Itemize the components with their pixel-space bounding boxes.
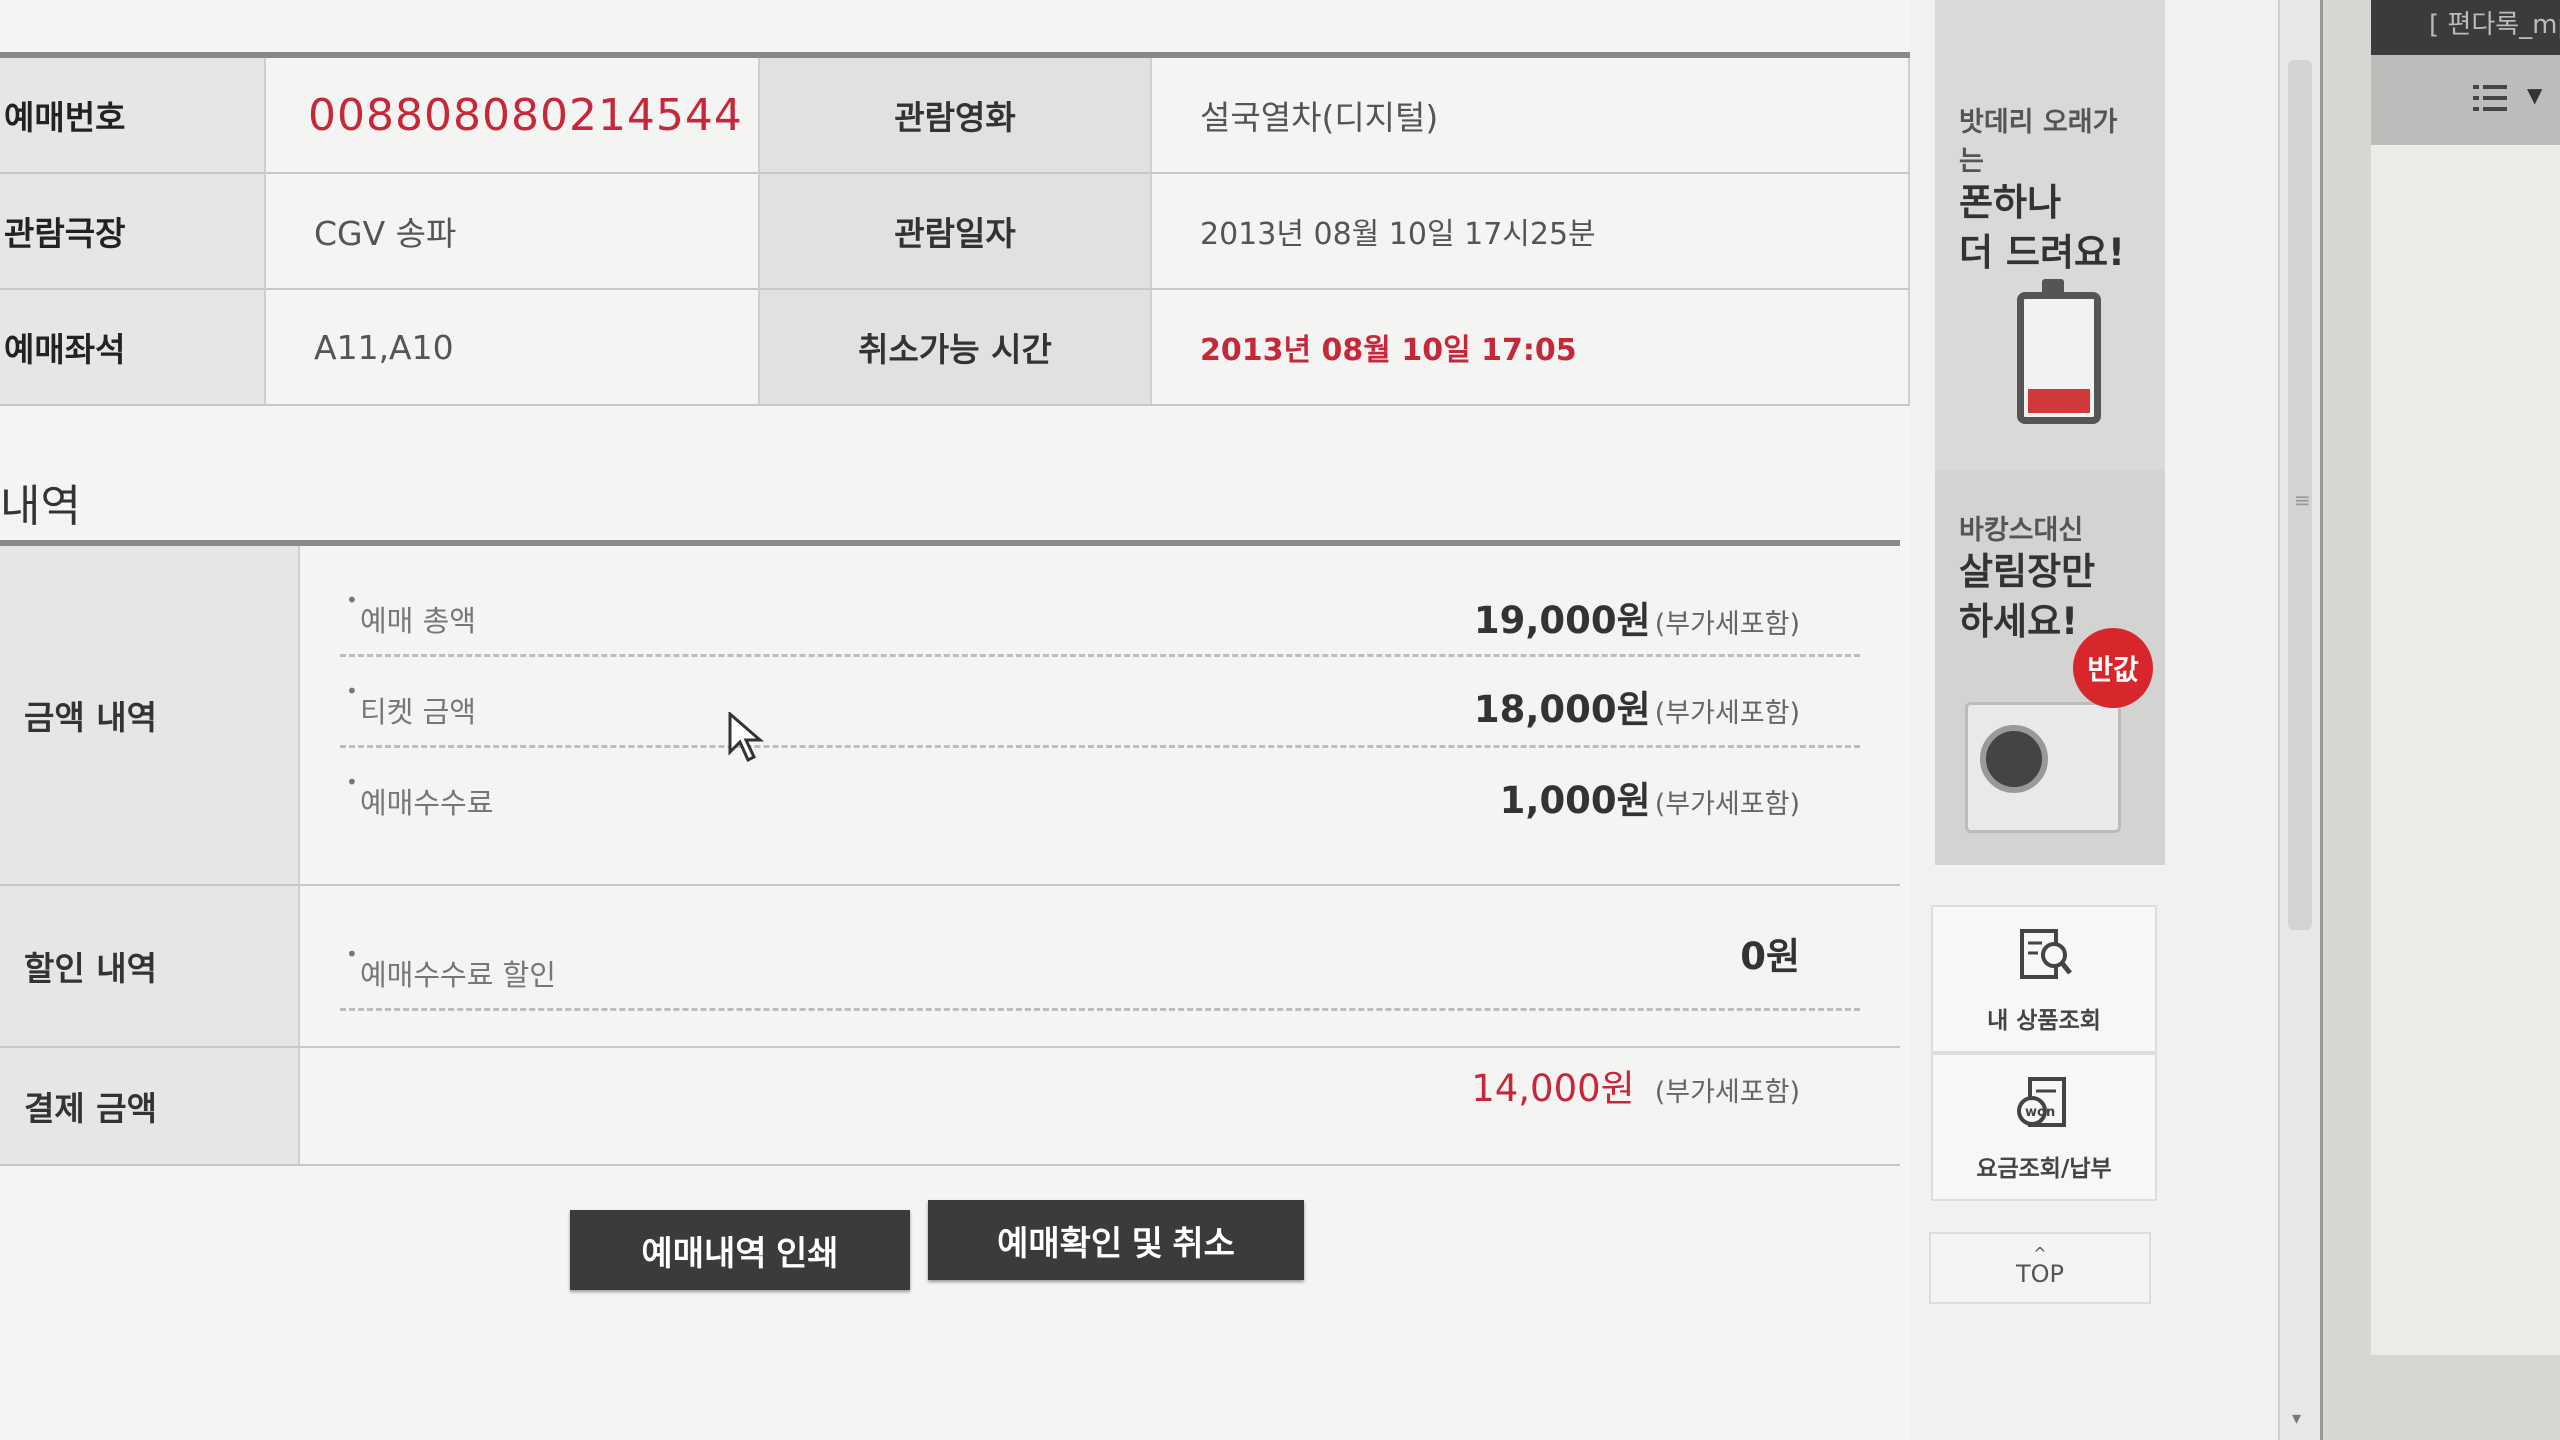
theater-value: CGV 송파 <box>265 173 760 290</box>
item-amount: 0원 <box>1740 935 1800 978</box>
window-panel <box>2371 145 2560 1355</box>
cancel-deadline-label: 취소가능 시간 <box>759 289 1152 406</box>
booking-detail-page: 예매번호 008808080214544 관람영화 설국열차(디지털) 관람극장… <box>0 0 1910 1440</box>
list-item: 예매수수료 1,000원(부가세포함) <box>340 748 1860 836</box>
document-search-icon <box>2020 929 2072 979</box>
table-row: 관람극장 CGV 송파 관람일자 2013년 08월 10일 17시25분 <box>0 173 1910 290</box>
window-titlebar: [ 편다록_mp3 <box>2371 0 2560 55</box>
right-sidebar: 밧데리 오래가는 폰하나 더 드려요! 바캉스대신 살림장만 하세요! 반값 내… <box>1929 0 2165 1440</box>
list-item: 티켓 금액 18,000원(부가세포함) <box>340 657 1860 748</box>
appliance-ad-banner[interactable]: 바캉스대신 살림장만 하세요! 반값 <box>1935 470 2165 865</box>
battery-ad-banner[interactable]: 밧데리 오래가는 폰하나 더 드려요! <box>1935 0 2165 470</box>
list-item: 예매 총액 19,000원(부가세포함) <box>340 546 1860 657</box>
showtime-label: 관람일자 <box>759 173 1152 290</box>
seats-value: A11,A10 <box>265 289 760 406</box>
amount-items: 예매 총액 19,000원(부가세포함) 티켓 금액 18,000원(부가세포함… <box>300 546 1900 884</box>
bill-payment-button[interactable]: won 요금조회/납부 <box>1931 1053 2157 1201</box>
discount-row: 할인 내역 예매수수료 할인 0원 <box>0 886 1900 1048</box>
table-row: 예매번호 008808080214544 관람영화 설국열차(디지털) <box>0 58 1910 174</box>
showtime-value: 2013년 08월 10일 17시25분 <box>1151 173 1910 290</box>
scroll-top-button[interactable]: ^ TOP <box>1929 1232 2151 1304</box>
discount-label: 할인 내역 <box>0 886 300 1046</box>
print-booking-button[interactable]: 예매내역 인쇄 <box>570 1210 910 1290</box>
confirm-cancel-button[interactable]: 예매확인 및 취소 <box>928 1200 1304 1280</box>
page-scrollbar[interactable]: ≡ ▾ <box>2278 0 2320 1440</box>
payment-table: 금액 내역 예매 총액 19,000원(부가세포함) 티켓 금액 18,000원… <box>0 546 1900 1166</box>
booking-info-table: 예매번호 008808080214544 관람영화 설국열차(디지털) 관람극장… <box>0 58 1910 406</box>
item-name: 예매수수료 할인 <box>346 942 556 994</box>
item-name: 예매수수료 <box>346 770 493 822</box>
grip-icon: ≡ <box>2294 488 2311 512</box>
adjacent-window: [ 편다록_mp3 ▼ <box>2320 0 2560 1440</box>
movie-value: 설국열차(디지털) <box>1151 58 1910 174</box>
table-row: 예매좌석 A11,A10 취소가능 시간 2013년 08월 10일 17:05 <box>0 289 1910 406</box>
caret-up-icon: ^ <box>2033 1244 2047 1263</box>
item-name: 티켓 금액 <box>346 679 476 731</box>
booking-number-value: 008808080214544 <box>265 58 760 174</box>
payment-section-title: 내역 <box>0 481 81 532</box>
booking-number-label: 예매번호 <box>0 58 266 174</box>
total-row: 결제 금액 14,000원 (부가세포함) <box>0 1048 1900 1166</box>
cancel-deadline-value: 2013년 08월 10일 17:05 <box>1151 289 1910 406</box>
window-title: [ 편다록_mp3 <box>2429 10 2560 40</box>
item-name: 예매 총액 <box>346 588 476 640</box>
scroll-down-arrow-icon[interactable]: ▾ <box>2292 1408 2301 1429</box>
window-toolbar: ▼ <box>2371 55 2560 145</box>
amount-label: 금액 내역 <box>0 546 300 884</box>
washing-machine-icon <box>1965 702 2121 833</box>
total-amount: 14,000원 (부가세포함) <box>1471 1067 1800 1110</box>
total-label: 결제 금액 <box>0 1048 300 1164</box>
battery-icon <box>2017 279 2101 424</box>
item-amount: 19,000원 (부가세포함) <box>1473 599 1800 642</box>
my-products-button[interactable]: 내 상품조회 <box>1931 905 2157 1053</box>
item-amount: 1,000원 (부가세포함) <box>1499 779 1800 822</box>
dropdown-arrow-icon[interactable]: ▼ <box>2527 83 2542 107</box>
amount-row: 금액 내역 예매 총액 19,000원(부가세포함) 티켓 금액 18,000원… <box>0 546 1900 886</box>
theater-label: 관람극장 <box>0 173 266 290</box>
movie-label: 관람영화 <box>759 58 1152 174</box>
list-item: 예매수수료 할인 0원 <box>340 886 1860 1011</box>
half-price-badge: 반값 <box>2073 628 2153 708</box>
list-view-icon[interactable] <box>2471 81 2511 115</box>
svg-text:won: won <box>2025 1105 2055 1120</box>
bill-icon: won <box>2017 1077 2066 1127</box>
seats-label: 예매좌석 <box>0 289 266 406</box>
item-amount: 18,000원 (부가세포함) <box>1473 688 1800 731</box>
